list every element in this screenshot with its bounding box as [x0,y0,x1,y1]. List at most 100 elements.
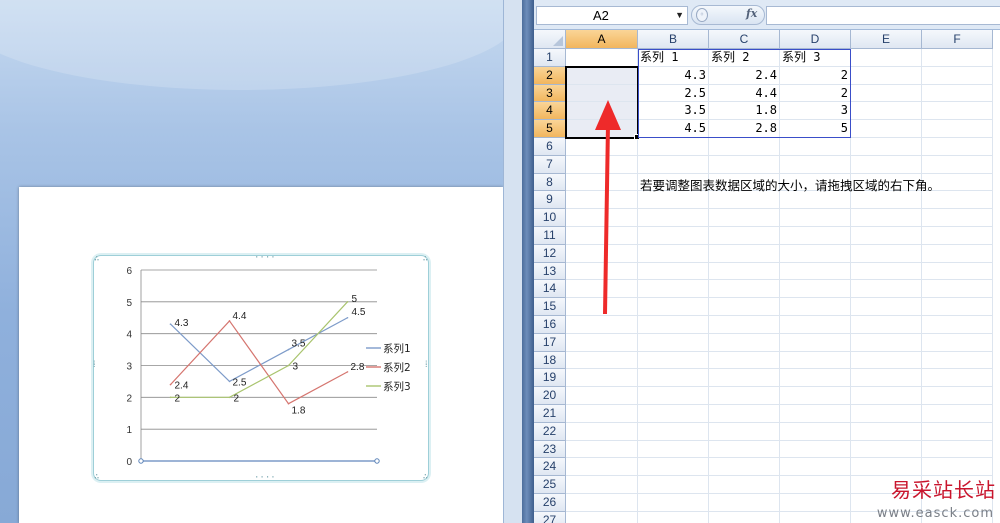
data-point[interactable] [169,383,172,386]
cell-d26[interactable] [780,494,851,512]
formula-input[interactable] [766,6,1000,25]
cell-e11[interactable] [851,227,922,245]
cell-b7[interactable] [638,155,709,174]
row-header-6[interactable]: 6 [534,138,566,156]
row-header-5[interactable]: 5 [534,120,566,138]
row-header-26[interactable]: 26 [534,494,566,512]
cell-c23[interactable] [709,440,780,459]
cell-b22[interactable] [638,422,709,441]
cell-f4[interactable] [922,102,993,121]
cell-f17[interactable] [922,333,993,352]
cell-b18[interactable] [638,351,709,370]
cell-f19[interactable] [922,369,993,388]
cell-f7[interactable] [922,155,993,174]
column-header-a[interactable]: A [566,30,638,49]
data-point[interactable] [228,320,231,322]
cell-e21[interactable] [851,405,922,423]
cell-e13[interactable] [851,262,922,281]
cell-b4[interactable]: 3.5 [638,102,709,121]
cell-c24[interactable] [709,458,780,477]
cell-b13[interactable] [638,262,709,281]
cell-f21[interactable] [922,405,993,423]
cell-e15[interactable] [851,298,922,316]
data-point[interactable] [287,364,290,367]
cell-c15[interactable] [709,298,780,316]
cell-e20[interactable] [851,387,922,405]
row-header-8[interactable]: 8 [534,173,566,192]
cell-f23[interactable] [922,440,993,459]
column-header-e[interactable]: E [851,30,922,49]
cell-c2[interactable]: 2.4 [709,66,780,85]
cell-d12[interactable] [780,244,851,263]
row-header-2[interactable]: 2 [534,66,566,85]
cell-e9[interactable] [851,191,922,210]
cell-d3[interactable]: 2 [780,84,851,103]
cell-b21[interactable] [638,405,709,423]
cell-d27[interactable] [780,511,851,523]
row-header-14[interactable]: 14 [534,280,566,299]
cell-e22[interactable] [851,422,922,441]
axis-endpoint-handle[interactable] [138,458,144,464]
row-header-19[interactable]: 19 [534,369,566,388]
cell-c10[interactable] [709,209,780,227]
row-header-27[interactable]: 27 [534,511,566,523]
cell-b24[interactable] [638,458,709,477]
cell-a2[interactable] [566,66,638,85]
cell-c25[interactable] [709,476,780,494]
cell-c11[interactable] [709,227,780,245]
cell-c18[interactable] [709,351,780,370]
data-point[interactable] [169,396,172,399]
cell-d5[interactable]: 5 [780,120,851,138]
cell-c1[interactable]: 系列 2 [709,49,780,67]
cell-b15[interactable] [638,298,709,316]
cell-f15[interactable] [922,298,993,316]
cell-e1[interactable] [851,49,922,67]
cell-e16[interactable] [851,316,922,334]
column-header-b[interactable]: B [638,30,709,49]
cell-c9[interactable] [709,191,780,210]
cell-e3[interactable] [851,84,922,103]
row-header-13[interactable]: 13 [534,262,566,281]
cell-e10[interactable] [851,209,922,227]
cell-e2[interactable] [851,66,922,85]
cell-c21[interactable] [709,405,780,423]
cell-e6[interactable] [851,138,922,156]
cell-b10[interactable] [638,209,709,227]
cell-f12[interactable] [922,244,993,263]
cell-f2[interactable] [922,66,993,85]
row-header-1[interactable]: 1 [534,49,566,67]
cell-d14[interactable] [780,280,851,299]
cell-d13[interactable] [780,262,851,281]
cell-b6[interactable] [638,138,709,156]
cell-b27[interactable] [638,511,709,523]
cell-b17[interactable] [638,333,709,352]
cell-d10[interactable] [780,209,851,227]
cell-d1[interactable]: 系列 3 [780,49,851,67]
cell-d20[interactable] [780,387,851,405]
cell-a26[interactable] [566,494,638,512]
document-page[interactable]: ···· ···· ⁞ ⁞ ∴ ∴ ∴ ∴ 0 1 2 3 4 5 6 4.3 2.5 3.5 4.… [19,187,503,523]
cell-d18[interactable] [780,351,851,370]
row-header-16[interactable]: 16 [534,316,566,334]
row-header-17[interactable]: 17 [534,333,566,352]
cell-f1[interactable] [922,49,993,67]
cell-f16[interactable] [922,316,993,334]
cell-d23[interactable] [780,440,851,459]
cell-b3[interactable]: 2.5 [638,84,709,103]
cell-b26[interactable] [638,494,709,512]
cell-c19[interactable] [709,369,780,388]
cell-c14[interactable] [709,280,780,299]
select-all-button[interactable] [534,30,566,49]
row-header-15[interactable]: 15 [534,298,566,316]
data-point[interactable] [287,402,290,405]
row-header-9[interactable]: 9 [534,191,566,210]
resize-handle-icon[interactable]: ◦ [696,8,708,22]
cell-b11[interactable] [638,227,709,245]
cell-e7[interactable] [851,155,922,174]
cell-d4[interactable]: 3 [780,102,851,121]
cell-f13[interactable] [922,262,993,281]
row-header-10[interactable]: 10 [534,209,566,227]
cell-f18[interactable] [922,351,993,370]
cell-c5[interactable]: 2.8 [709,120,780,138]
window-splitter[interactable] [522,0,534,523]
